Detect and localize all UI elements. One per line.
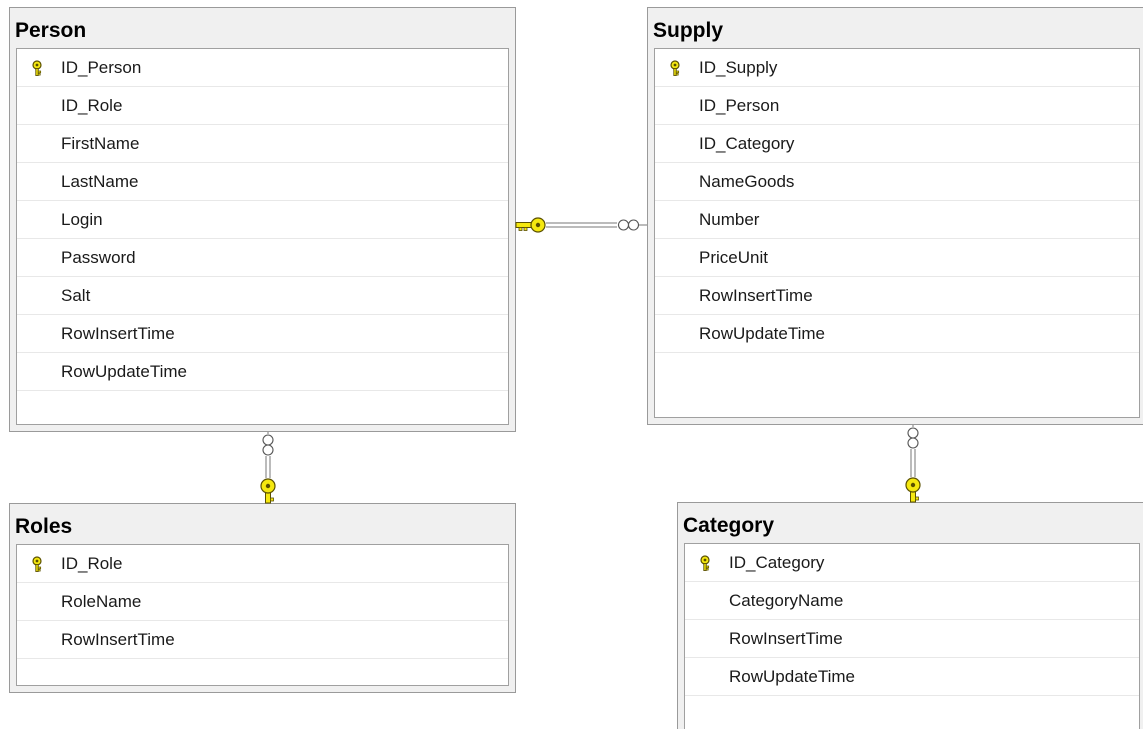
infinity-icon bbox=[617, 219, 647, 231]
key-cell-empty bbox=[17, 315, 57, 352]
column-name: ID_Person bbox=[61, 58, 142, 77]
key-cell-empty bbox=[685, 620, 725, 657]
key-cell-empty bbox=[655, 125, 695, 162]
column-name: ID_Person bbox=[699, 96, 780, 115]
key-cell-empty bbox=[655, 163, 695, 200]
key-cell-empty bbox=[655, 239, 695, 276]
table-person[interactable]: Person ID_Person ID_Role FirstName LastName… bbox=[9, 7, 516, 432]
column-name: Salt bbox=[61, 286, 91, 305]
column-row[interactable]: ID_Category bbox=[685, 544, 1139, 582]
column-row[interactable]: ID_Supply bbox=[655, 49, 1139, 87]
key-cell-empty bbox=[17, 621, 57, 658]
column-row[interactable]: ID_Person bbox=[655, 87, 1139, 125]
column-row[interactable]: Password bbox=[17, 239, 508, 277]
column-name: ID_Role bbox=[61, 96, 123, 115]
column-name: RowUpdateTime bbox=[699, 324, 825, 343]
column-grid-roles: ID_Role RoleName RowInsertTime bbox=[16, 544, 509, 686]
column-name: RowInsertTime bbox=[729, 629, 843, 648]
column-row[interactable]: Salt bbox=[17, 277, 508, 315]
table-supply[interactable]: Supply ID_Supply ID_Person ID_Category Name… bbox=[647, 7, 1143, 425]
infinity-icon bbox=[907, 425, 919, 449]
column-name: CategoryName bbox=[729, 591, 844, 610]
column-name: RowInsertTime bbox=[61, 630, 175, 649]
key-cell-empty bbox=[655, 277, 695, 314]
column-name: ID_Role bbox=[61, 554, 123, 573]
relationship-category-supply[interactable] bbox=[905, 425, 921, 503]
column-row[interactable]: RowInsertTime bbox=[655, 277, 1139, 315]
relationship-person-supply[interactable] bbox=[515, 217, 647, 233]
key-icon bbox=[685, 544, 725, 581]
column-row[interactable]: Number bbox=[655, 201, 1139, 239]
infinity-icon bbox=[262, 432, 274, 456]
column-row[interactable]: ID_Person bbox=[17, 49, 508, 87]
column-name: FirstName bbox=[61, 134, 140, 153]
column-row[interactable]: Login bbox=[17, 201, 508, 239]
table-title-roles: Roles bbox=[15, 515, 73, 538]
column-row[interactable]: RowUpdateTime bbox=[17, 353, 508, 391]
column-name: RoleName bbox=[61, 592, 142, 611]
key-cell-empty bbox=[655, 201, 695, 238]
column-row[interactable]: RowInsertTime bbox=[685, 620, 1139, 658]
column-name: RowInsertTime bbox=[61, 324, 175, 343]
column-name: NameGoods bbox=[699, 172, 795, 191]
column-row[interactable]: RoleName bbox=[17, 583, 508, 621]
column-row[interactable]: CategoryName bbox=[685, 582, 1139, 620]
key-cell-empty bbox=[17, 583, 57, 620]
key-cell-empty bbox=[655, 315, 695, 352]
key-cell-empty bbox=[685, 582, 725, 619]
column-row[interactable]: ID_Role bbox=[17, 87, 508, 125]
key-cell-empty bbox=[655, 87, 695, 124]
column-name: ID_Supply bbox=[699, 58, 778, 77]
column-name: Password bbox=[61, 248, 136, 267]
yellow-key-icon bbox=[905, 477, 921, 503]
column-row[interactable]: FirstName bbox=[17, 125, 508, 163]
key-icon bbox=[655, 49, 695, 86]
column-row[interactable]: LastName bbox=[17, 163, 508, 201]
key-icon bbox=[17, 545, 57, 582]
key-cell-empty bbox=[17, 277, 57, 314]
table-title-person: Person bbox=[15, 19, 87, 42]
column-grid-supply: ID_Supply ID_Person ID_Category NameGoods Nu… bbox=[654, 48, 1140, 418]
key-cell-empty bbox=[17, 239, 57, 276]
key-cell-empty bbox=[17, 201, 57, 238]
column-row[interactable]: RowUpdateTime bbox=[655, 315, 1139, 353]
column-grid-person: ID_Person ID_Role FirstName LastName Login Pa… bbox=[16, 48, 509, 425]
table-category[interactable]: Category ID_Category CategoryName RowInser… bbox=[677, 502, 1143, 729]
column-name: ID_Category bbox=[729, 553, 825, 572]
column-name: Login bbox=[61, 210, 103, 229]
column-row[interactable]: ID_Category bbox=[655, 125, 1139, 163]
column-name: RowUpdateTime bbox=[61, 362, 187, 381]
diagram-canvas: Person ID_Person ID_Role FirstName LastName… bbox=[0, 0, 1143, 729]
yellow-key-icon bbox=[260, 478, 276, 504]
column-name: RowInsertTime bbox=[699, 286, 813, 305]
table-title-category: Category bbox=[683, 514, 775, 537]
key-cell-empty bbox=[17, 125, 57, 162]
column-row[interactable]: RowInsertTime bbox=[17, 315, 508, 353]
key-cell-empty bbox=[17, 163, 57, 200]
key-cell-empty bbox=[17, 353, 57, 390]
table-title-supply: Supply bbox=[653, 19, 724, 42]
column-name: RowUpdateTime bbox=[729, 667, 855, 686]
column-name: LastName bbox=[61, 172, 139, 191]
column-row[interactable]: NameGoods bbox=[655, 163, 1139, 201]
column-row[interactable]: RowUpdateTime bbox=[685, 658, 1139, 696]
table-roles[interactable]: Roles ID_Role RoleName RowInsertTime bbox=[9, 503, 516, 693]
key-cell-empty bbox=[685, 658, 725, 695]
column-name: Number bbox=[699, 210, 760, 229]
key-cell-empty bbox=[17, 87, 57, 124]
column-row[interactable]: PriceUnit bbox=[655, 239, 1139, 277]
column-name: ID_Category bbox=[699, 134, 795, 153]
key-icon bbox=[17, 49, 57, 86]
yellow-key-icon bbox=[515, 217, 546, 233]
column-grid-category: ID_Category CategoryName RowInsertTime RowU… bbox=[684, 543, 1140, 729]
column-row[interactable]: RowInsertTime bbox=[17, 621, 508, 659]
column-row[interactable]: ID_Role bbox=[17, 545, 508, 583]
column-name: PriceUnit bbox=[699, 248, 768, 267]
relationship-roles-person[interactable] bbox=[260, 432, 276, 504]
